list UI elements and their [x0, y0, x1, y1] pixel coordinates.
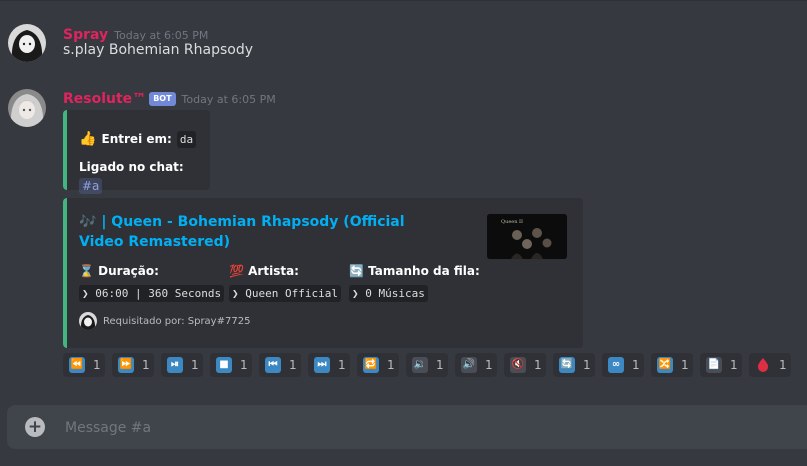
video-thumbnail[interactable]: Queen II [487, 214, 567, 259]
reaction-play-pause[interactable]: ⏯ 1 [161, 353, 203, 377]
message-header: Spray Today at 6:05 PM [63, 24, 208, 43]
footer-avatar [79, 312, 97, 330]
reaction-next-track[interactable]: ⏭ 1 [308, 353, 350, 377]
shuffle-icon: 🔀 [657, 357, 673, 373]
drop-of-blood-icon [755, 357, 771, 373]
reaction-rewind[interactable]: ⏪ 1 [63, 353, 105, 377]
timestamp: Today at 6:05 PM [114, 29, 209, 42]
field-value: ❯ 06:00 | 360 Seconds [79, 285, 225, 302]
fast-forward-icon: ⏩ [118, 357, 134, 373]
chat-label: Ligado no chat: [79, 160, 184, 174]
field-name: Tamanho da fila: [368, 264, 480, 278]
top-divider [0, 0, 807, 1]
reaction-count: 1 [191, 358, 199, 372]
reaction-previous-track[interactable]: ⏮ 1 [259, 353, 301, 377]
joined-value: da [176, 131, 197, 148]
reaction-fast-forward[interactable]: ⏩ 1 [112, 353, 154, 377]
embed-title[interactable]: 🎶 | Queen - Bohemian Rhapsody (Official … [79, 212, 419, 252]
channel-mention[interactable]: #a [79, 178, 103, 194]
field-queue-size: 🔄 Tamanho da fila: ❯ 0 Músicas [349, 264, 480, 302]
musical-notes-icon: 🎶 [79, 214, 97, 230]
now-playing-embed: 🎶 | Queen - Bohemian Rhapsody (Official … [63, 198, 583, 348]
rewind-icon: ⏪ [69, 357, 85, 373]
reaction-count: 1 [387, 358, 395, 372]
chat-field: Ligado no chat: #a [79, 156, 210, 194]
reaction-volume-down[interactable]: 🔉 1 [406, 353, 448, 377]
field-artist: 💯 Artista: ❯ Queen Official [229, 264, 341, 302]
reaction-count: 1 [485, 358, 493, 372]
message-input[interactable] [63, 405, 767, 451]
reaction-infinity[interactable]: ∞ 1 [602, 353, 644, 377]
footer-text: Requisitado por: Spray#7725 [103, 316, 251, 327]
stop-icon: ■ [216, 357, 232, 373]
embed-footer: Requisitado por: Spray#7725 [79, 312, 250, 330]
message-composer: + [7, 405, 807, 451]
author-name[interactable]: Spray [63, 27, 108, 43]
bot-badge: BOT [149, 92, 176, 106]
reaction-repeat[interactable]: 🔁 1 [357, 353, 399, 377]
reaction-count: 1 [779, 358, 787, 372]
reaction-refresh[interactable]: 🔄 1 [553, 353, 595, 377]
volume-down-icon: 🔉 [412, 357, 428, 373]
repeat-icon: 🔁 [363, 357, 379, 373]
reaction-count: 1 [534, 358, 542, 372]
reaction-count: 1 [730, 358, 738, 372]
infinity-icon: ∞ [608, 357, 624, 373]
reaction-stop[interactable]: ■ 1 [210, 353, 252, 377]
reaction-count: 1 [583, 358, 591, 372]
message-header: Resolute™ BOT Today at 6:05 PM [63, 88, 276, 107]
page-icon: 📄 [706, 357, 722, 373]
author-name[interactable]: Resolute™ [63, 91, 146, 107]
reaction-volume-up[interactable]: 🔊 1 [455, 353, 497, 377]
reaction-mute[interactable]: 🔇 1 [504, 353, 546, 377]
reaction-count: 1 [240, 358, 248, 372]
refresh-icon: 🔄 [349, 264, 364, 278]
next-track-icon: ⏭ [314, 357, 330, 373]
volume-up-icon: 🔊 [461, 357, 477, 373]
hundred-icon: 💯 [229, 264, 244, 278]
add-attachment-button[interactable]: + [25, 417, 45, 437]
field-value: ❯ 0 Músicas [349, 285, 428, 302]
reaction-shuffle[interactable]: 🔀 1 [651, 353, 693, 377]
timestamp: Today at 6:05 PM [181, 93, 276, 106]
refresh-icon: 🔄 [559, 357, 575, 373]
reaction-count: 1 [338, 358, 346, 372]
previous-track-icon: ⏮ [265, 357, 281, 373]
reaction-drop-of-blood[interactable]: 1 [749, 353, 791, 377]
play-pause-icon: ⏯ [167, 357, 183, 373]
reaction-page[interactable]: 📄 1 [700, 353, 742, 377]
avatar[interactable] [8, 24, 46, 62]
field-duration: ⌛ Duração: ❯ 06:00 | 360 Seconds [79, 264, 225, 302]
field-value: ❯ Queen Official [229, 285, 341, 302]
bot-avatar[interactable] [8, 89, 46, 127]
joined-label: Entrei em: [101, 132, 172, 146]
joined-embed: 👍 Entrei em: da Ligado no chat: #a [63, 110, 210, 194]
message-content: s.play Bohemian Rhapsody [63, 42, 254, 58]
hourglass-icon: ⌛ [79, 264, 94, 278]
thumbs-up-icon: 👍 [79, 131, 97, 147]
reaction-count: 1 [436, 358, 444, 372]
mute-icon: 🔇 [510, 357, 526, 373]
reaction-count: 1 [93, 358, 101, 372]
field-name: Artista: [248, 264, 299, 278]
embed-title-text[interactable]: | Queen - Bohemian Rhapsody (Official Vi… [79, 214, 405, 250]
reaction-count: 1 [289, 358, 297, 372]
field-name: Duração: [98, 264, 159, 278]
reaction-count: 1 [681, 358, 689, 372]
reaction-count: 1 [142, 358, 150, 372]
reaction-count: 1 [632, 358, 640, 372]
svg-text:Queen II: Queen II [501, 219, 523, 225]
joined-field: 👍 Entrei em: da [79, 128, 197, 148]
